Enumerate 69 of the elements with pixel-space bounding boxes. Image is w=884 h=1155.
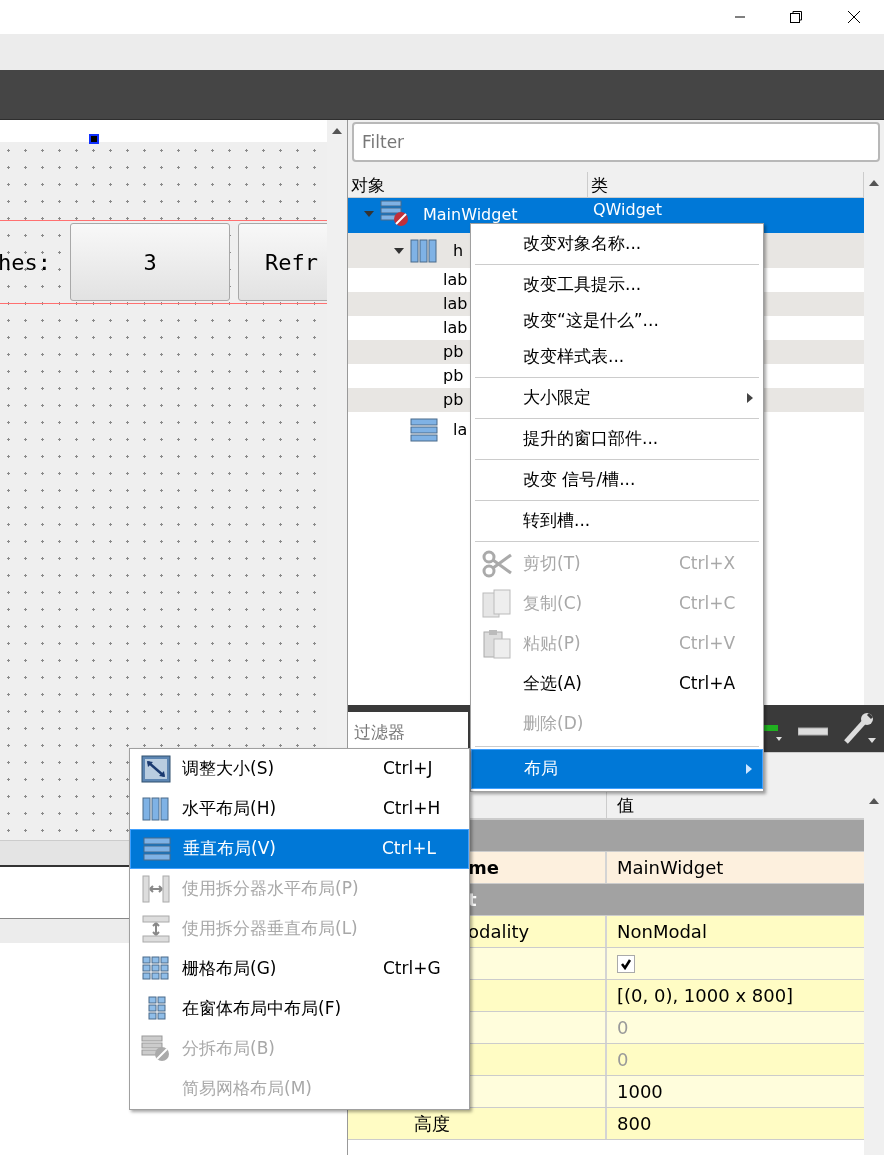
scissors-icon — [481, 549, 513, 579]
shortcut: Ctrl+C — [679, 592, 737, 616]
menu-item[interactable]: 改变样式表... — [471, 339, 763, 375]
object-name: lab — [443, 269, 468, 291]
copy-icon — [482, 589, 512, 619]
menu-item[interactable]: 调整大小(S) Ctrl+J — [130, 749, 469, 789]
minus-icon[interactable] — [798, 727, 828, 737]
paste-icon — [482, 629, 512, 659]
object-name: pb — [443, 365, 464, 387]
form-label: hes: — [0, 248, 52, 277]
column-header[interactable]: 对象 — [348, 172, 588, 197]
class-name: QWidget — [592, 200, 662, 219]
shortcut: Ctrl+G — [383, 957, 442, 981]
menu-item[interactable]: 改变“这是什么”... — [471, 303, 763, 339]
shortcut: Ctrl+A — [679, 672, 737, 696]
shortcut: Ctrl+H — [383, 797, 442, 821]
shortcut: Ctrl+V — [679, 632, 737, 656]
menu-item[interactable]: 转到槽... — [471, 503, 763, 539]
horizontal-layout-icon — [410, 238, 438, 263]
menu-item[interactable]: 布局 — [471, 749, 763, 789]
vertical-splitter-icon — [142, 915, 170, 943]
filter-field[interactable]: Filter — [352, 122, 880, 162]
property-value[interactable]: 800 — [617, 1110, 652, 1137]
menu-item[interactable]: 水平布局(H) Ctrl+H — [130, 789, 469, 829]
check-icon — [620, 957, 632, 970]
horizontal-splitter-icon — [142, 875, 170, 903]
vertical-layout-icon — [143, 837, 171, 861]
property-name: 高度 — [414, 1112, 450, 1136]
selection-handle[interactable] — [89, 134, 99, 144]
object-name: lab — [443, 293, 468, 315]
shortcut: Ctrl+X — [679, 552, 737, 576]
push-button[interactable]: Refr — [238, 223, 327, 301]
menu-item[interactable]: 垂直布局(V) Ctrl+L — [130, 829, 469, 869]
menu-item[interactable]: 改变 信号/槽... — [471, 462, 763, 498]
column-header[interactable]: 值 — [607, 790, 864, 818]
menu-item[interactable]: 大小限定 — [471, 380, 763, 416]
resize-icon — [141, 755, 171, 783]
wrench-icon[interactable] — [842, 712, 878, 746]
shortcut: Ctrl+J — [383, 757, 434, 781]
checkbox[interactable] — [617, 954, 635, 973]
object-name: MainWidget — [423, 204, 518, 224]
property-value[interactable]: NonModal — [617, 918, 707, 945]
object-name: pb — [443, 341, 464, 363]
restore-icon — [789, 10, 803, 24]
object-name: h — [453, 239, 464, 262]
scrollbar[interactable] — [864, 172, 884, 705]
push-button[interactable]: 3 — [70, 223, 230, 301]
vertical-layout-icon — [410, 417, 438, 442]
menu-item[interactable]: 栅格布局(G) Ctrl+G — [130, 949, 469, 989]
object-name: pb — [443, 389, 464, 411]
shortcut: Ctrl+L — [382, 837, 437, 861]
scrollbar[interactable] — [864, 790, 884, 1155]
menu-item[interactable]: 改变工具提示... — [471, 267, 763, 303]
horizontal-layout-icon — [142, 797, 170, 821]
menu-item[interactable]: 在窗体布局中布局(F) — [130, 989, 469, 1029]
close-icon — [847, 10, 861, 24]
property-value[interactable]: MainWidget — [617, 854, 724, 881]
property-name: odality — [468, 920, 530, 944]
object-name: la — [453, 418, 468, 441]
broken-layout-icon — [141, 1035, 171, 1063]
menu-item[interactable]: 全选(A) Ctrl+A — [471, 664, 763, 704]
menu-item[interactable]: 提升的窗口部件... — [471, 421, 763, 457]
property-name: me — [468, 856, 499, 880]
property-value[interactable]: 1000 — [617, 1078, 663, 1105]
grid-layout-icon — [142, 956, 170, 982]
object-name: lab — [443, 317, 468, 339]
broken-layout-icon — [380, 200, 410, 228]
submenu-arrow-icon — [745, 763, 753, 775]
submenu-arrow-icon — [746, 392, 754, 404]
